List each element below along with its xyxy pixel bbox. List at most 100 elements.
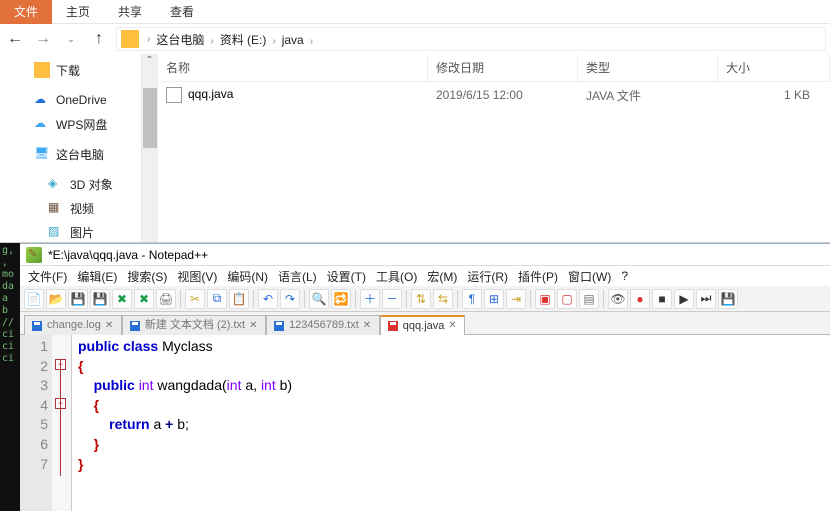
redo-icon[interactable]: ↷ — [280, 289, 300, 309]
wordwrap-icon[interactable]: ¶ — [462, 289, 482, 309]
sidebar-item-label: 下载 — [56, 62, 80, 79]
print-icon[interactable]: 🖨 — [156, 289, 176, 309]
file-icon — [166, 87, 182, 103]
breadcrumb[interactable]: › 这台电脑›资料 (E:)›java› — [116, 27, 826, 51]
menu-item[interactable]: 设置(T) — [323, 268, 370, 285]
column-type[interactable]: 类型 — [578, 54, 718, 81]
zoom-in-icon[interactable]: ＋ — [360, 289, 380, 309]
column-headers: 名称 修改日期 类型 大小 — [158, 54, 830, 82]
code-area[interactable]: public class Myclass{ public int wangdad… — [72, 335, 830, 511]
repeat-icon[interactable]: ⏭ — [696, 289, 716, 309]
sync-h-icon[interactable]: ⇆ — [433, 289, 453, 309]
indent-icon[interactable]: ⇥ — [506, 289, 526, 309]
sidebar-item-label: 图片 — [70, 224, 94, 241]
menu-item[interactable]: 搜索(S) — [123, 268, 171, 285]
file-row[interactable]: qqq.java2019/6/15 12:00JAVA 文件1 KB — [158, 82, 830, 108]
zoom-out-icon[interactable]: － — [382, 289, 402, 309]
unfold-icon[interactable]: ▢ — [557, 289, 577, 309]
notepadpp-icon — [26, 247, 42, 263]
find-icon[interactable]: 🔍 — [309, 289, 329, 309]
column-date[interactable]: 修改日期 — [428, 54, 578, 81]
sidebar-item-6[interactable]: ▨图片 — [0, 220, 157, 242]
toolbar-separator — [180, 290, 181, 308]
sidebar-item-2[interactable]: ☁WPS网盘 — [0, 112, 157, 136]
record-icon[interactable]: ● — [630, 289, 650, 309]
forward-button[interactable]: → — [32, 28, 54, 50]
window-titlebar[interactable]: *E:\java\qqq.java - Notepad++ — [20, 244, 830, 266]
up-button[interactable]: ↑ — [88, 28, 110, 50]
code-editor[interactable]: 1234567 −− public class Myclass{ public … — [20, 334, 830, 511]
column-size[interactable]: 大小 — [718, 54, 830, 81]
breadcrumb-item[interactable]: java — [280, 33, 306, 47]
sidebar-item-5[interactable]: ▦视频 — [0, 196, 157, 220]
replace-icon[interactable]: 🔁 — [331, 289, 351, 309]
menu-item[interactable]: 工具(O) — [372, 268, 421, 285]
menu-item[interactable]: 窗口(W) — [564, 268, 615, 285]
sidebar-item-label: WPS网盘 — [56, 116, 107, 133]
menu-item[interactable]: 文件(F) — [24, 268, 71, 285]
toolbar-separator — [603, 290, 604, 308]
menu-item[interactable]: 编辑(E) — [73, 268, 121, 285]
save-icon[interactable]: 💾 — [68, 289, 88, 309]
sidebar-item-3[interactable]: 🖥这台电脑 — [0, 142, 157, 166]
file-tab[interactable]: 123456789.txt✕ — [266, 315, 380, 335]
explorer-sidebar: 下载 ☁OneDrive☁WPS网盘 🖥这台电脑 ◈3D 对象▦视频▨图片 ⌃ — [0, 54, 158, 242]
scrollbar[interactable]: ⌃ — [141, 54, 157, 242]
video-icon: ▦ — [48, 200, 64, 216]
menu-item[interactable]: 插件(P) — [514, 268, 562, 285]
fold-guide — [60, 359, 61, 477]
allchars-icon[interactable]: ⊞ — [484, 289, 504, 309]
play-icon[interactable]: ▶ — [674, 289, 694, 309]
menu-bar: 文件(F)编辑(E)搜索(S)视图(V)编码(N)语言(L)设置(T)工具(O)… — [20, 266, 830, 286]
code-line: } — [78, 435, 830, 455]
menu-item[interactable]: 宏(M) — [423, 268, 461, 285]
save-all-icon[interactable]: 💾 — [90, 289, 110, 309]
column-name[interactable]: 名称 — [158, 54, 428, 81]
new-file-icon[interactable]: 📄 — [24, 289, 44, 309]
breadcrumb-item[interactable]: 这台电脑 — [154, 33, 206, 47]
recent-dropdown[interactable]: ⌄ — [60, 28, 82, 50]
menu-item[interactable]: 视图(V) — [173, 268, 221, 285]
close-all-icon[interactable]: ✖ — [134, 289, 154, 309]
line-number: 5 — [20, 415, 48, 435]
file-name: qqq.java — [188, 87, 233, 101]
unsaved-icon — [387, 320, 399, 332]
close-tab-icon[interactable]: ✕ — [105, 321, 115, 331]
ribbon-tab-1[interactable]: 主页 — [52, 0, 104, 24]
cut-icon[interactable]: ✂ — [185, 289, 205, 309]
close-tab-icon[interactable]: ✕ — [249, 321, 259, 331]
monitor-icon[interactable]: 👁 — [608, 289, 628, 309]
file-tab[interactable]: change.log✕ — [24, 315, 122, 335]
ribbon-tab-0[interactable]: 文件 — [0, 0, 52, 24]
close-tab-icon[interactable]: ✕ — [363, 321, 373, 331]
fold-icon[interactable]: ▣ — [535, 289, 555, 309]
chevron-right-icon: › — [268, 36, 279, 47]
stop-icon[interactable]: ■ — [652, 289, 672, 309]
menu-item[interactable]: 语言(L) — [274, 268, 321, 285]
ribbon-tab-2[interactable]: 共享 — [104, 0, 156, 24]
sidebar-item-4[interactable]: ◈3D 对象 — [0, 172, 157, 196]
sync-v-icon[interactable]: ⇅ — [411, 289, 431, 309]
menu-item[interactable]: 编码(N) — [223, 268, 272, 285]
back-button[interactable]: ← — [4, 28, 26, 50]
close-icon[interactable]: ✖ — [112, 289, 132, 309]
paste-icon[interactable]: 📋 — [229, 289, 249, 309]
sidebar-item-0[interactable]: 下载 — [0, 58, 157, 82]
sidebar-item-1[interactable]: ☁OneDrive — [0, 88, 157, 112]
undo-icon[interactable]: ↶ — [258, 289, 278, 309]
copy-icon[interactable]: ⧉ — [207, 289, 227, 309]
toolbar-separator — [304, 290, 305, 308]
close-tab-icon[interactable]: ✕ — [448, 321, 458, 331]
menu-item[interactable]: ? — [617, 269, 632, 283]
file-tab[interactable]: 新建 文本文档 (2).txt✕ — [122, 315, 266, 335]
hide-lines-icon[interactable]: ▤ — [579, 289, 599, 309]
file-tab[interactable]: qqq.java✕ — [380, 315, 466, 335]
fold-margin[interactable]: −− — [52, 335, 72, 511]
scroll-up-icon[interactable]: ⌃ — [142, 54, 157, 68]
menu-item[interactable]: 运行(R) — [463, 268, 512, 285]
ribbon-tab-3[interactable]: 查看 — [156, 0, 208, 24]
open-file-icon[interactable]: 📂 — [46, 289, 66, 309]
save-macro-icon[interactable]: 💾 — [718, 289, 738, 309]
breadcrumb-item[interactable]: 资料 (E:) — [218, 33, 269, 47]
scrollbar-thumb[interactable] — [143, 88, 157, 148]
